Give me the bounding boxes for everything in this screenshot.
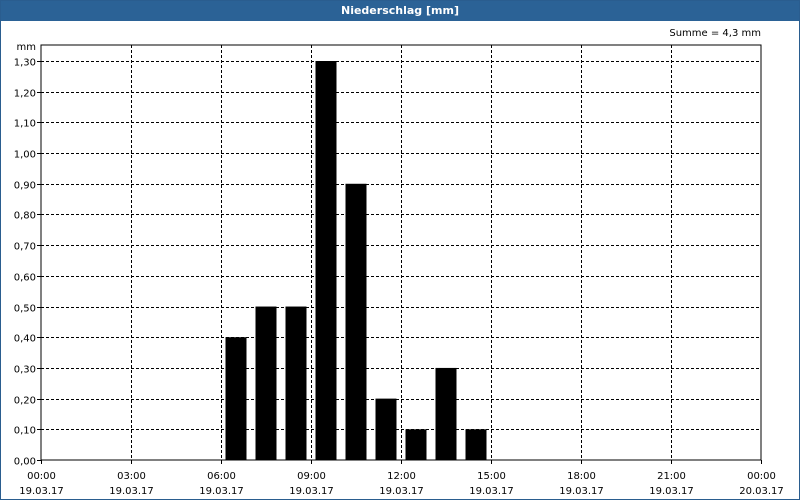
x-tick-time-label: 21:00 (657, 471, 686, 482)
x-tick-time-label: 06:00 (207, 471, 236, 482)
y-tick-label: 0,60 (14, 273, 36, 284)
precipitation-bar (375, 398, 397, 460)
y-tick-label: 0,40 (14, 334, 36, 345)
precipitation-bar (345, 183, 367, 460)
x-tick-time-label: 12:00 (387, 471, 416, 482)
precipitation-bar (435, 367, 457, 460)
precipitation-bar (465, 429, 487, 460)
y-tick-label: 0,90 (14, 181, 36, 192)
y-tick-label: 0,30 (14, 365, 36, 376)
x-tick-date-label: 19.03.17 (19, 486, 64, 497)
y-tick-label: 1,30 (14, 58, 36, 69)
x-tick-date-label: 19.03.17 (199, 486, 244, 497)
x-tick-time-label: 00:00 (27, 471, 56, 482)
y-axis-label: mm (17, 42, 36, 53)
precipitation-bar (255, 306, 277, 460)
y-tick-label: 0,70 (14, 242, 36, 253)
x-tick-date-label: 19.03.17 (289, 486, 334, 497)
x-tick-date-label: 19.03.17 (379, 486, 424, 497)
y-tick-label: 1,20 (14, 89, 36, 100)
x-tick-date-label: 19.03.17 (109, 486, 154, 497)
x-tick-time-label: 09:00 (297, 471, 326, 482)
y-tick-label: 1,10 (14, 119, 36, 130)
sum-annotation: Summe = 4,3 mm (669, 28, 761, 39)
y-tick-label: 1,00 (14, 150, 36, 161)
x-tick-time-label: 15:00 (477, 471, 506, 482)
y-tick-label: 0,20 (14, 396, 36, 407)
y-tick-label: 0,00 (14, 457, 36, 468)
precipitation-bar (285, 306, 307, 460)
precipitation-bar (315, 61, 337, 460)
precipitation-chart: mm Summe = 4,3 mm 0,00 0,10 0,20 0,30 0,40 0,… (14, 28, 784, 497)
x-tick-date-label: 19.03.17 (649, 486, 694, 497)
x-tick-time-label: 03:00 (117, 471, 146, 482)
x-tick-date-label: 19.03.17 (469, 486, 514, 497)
precipitation-bar (405, 429, 427, 460)
x-tick-date-label: 19.03.17 (559, 486, 604, 497)
y-tick-label: 0,50 (14, 304, 36, 315)
precipitation-bar (225, 337, 247, 460)
x-tick-date-label: 20.03.17 (739, 486, 784, 497)
y-tick-label: 0,80 (14, 211, 36, 222)
y-tick-label: 0,10 (14, 426, 36, 437)
x-tick-time-label: 18:00 (567, 471, 596, 482)
x-tick-time-label: 00:00 (747, 471, 776, 482)
